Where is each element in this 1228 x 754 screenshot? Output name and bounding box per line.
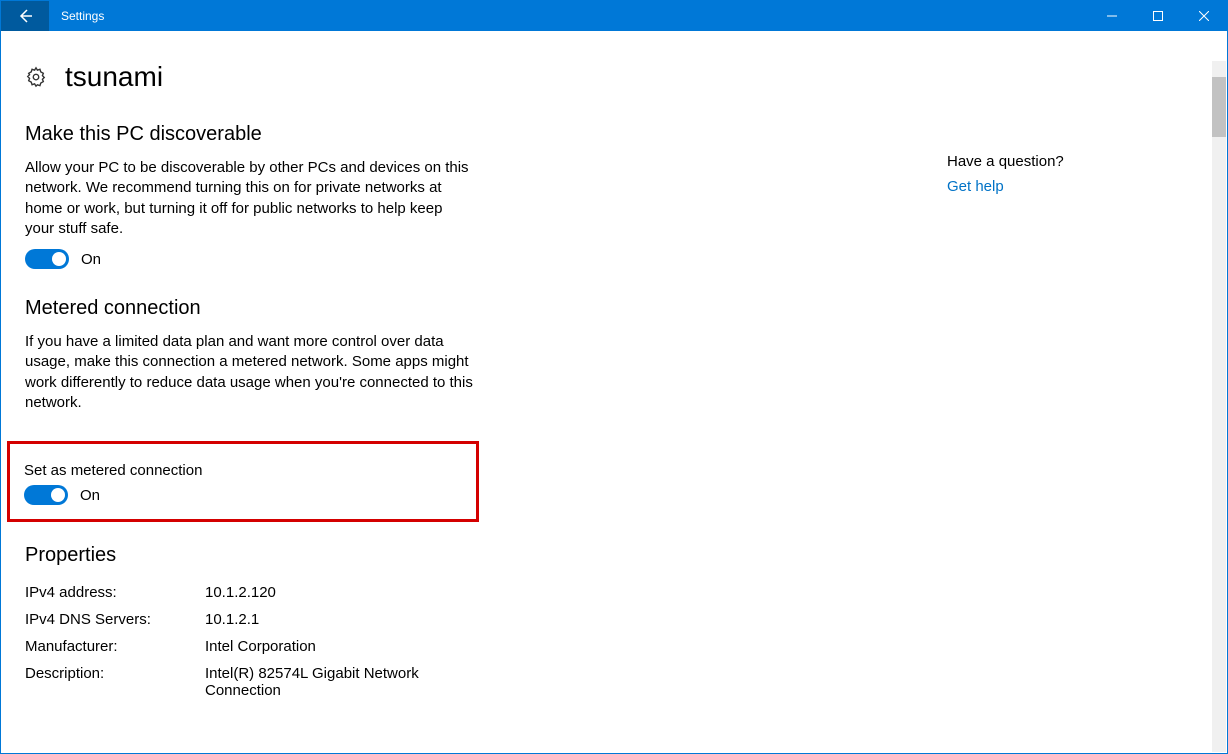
section-discoverable: Make this PC discoverable Allow your PC … [25, 123, 475, 269]
discoverable-toggle-row: On [25, 249, 475, 269]
properties-heading: Properties [25, 544, 545, 567]
minimize-icon [1107, 11, 1117, 21]
metered-sub-label: Set as metered connection [24, 462, 462, 479]
gear-icon [25, 66, 47, 88]
window-title: Settings [49, 1, 116, 31]
properties-table: IPv4 address: 10.1.2.120 IPv4 DNS Server… [25, 579, 545, 704]
prop-label: IPv4 address: [25, 584, 205, 601]
page-header: tsunami [25, 61, 921, 93]
prop-row: IPv4 DNS Servers: 10.1.2.1 [25, 606, 545, 633]
arrow-left-icon [17, 8, 33, 24]
page-title: tsunami [65, 61, 163, 93]
discoverable-heading: Make this PC discoverable [25, 123, 475, 146]
scrollbar[interactable] [1212, 61, 1226, 752]
prop-label: Description: [25, 665, 205, 699]
prop-label: IPv4 DNS Servers: [25, 611, 205, 628]
maximize-button[interactable] [1135, 1, 1181, 31]
prop-row: Manufacturer: Intel Corporation [25, 633, 545, 660]
toggle-knob [52, 252, 66, 266]
titlebar: Settings [1, 1, 1227, 31]
toggle-knob [51, 488, 65, 502]
metered-highlight-box: Set as metered connection On [7, 441, 479, 522]
side-column: Have a question? Get help [947, 123, 1227, 195]
prop-value: 10.1.2.120 [205, 584, 276, 601]
back-button[interactable] [1, 1, 49, 31]
content-area: tsunami Make this PC discoverable Allow … [1, 31, 1227, 753]
titlebar-spacer[interactable] [116, 1, 1089, 31]
close-button[interactable] [1181, 1, 1227, 31]
metered-toggle[interactable] [24, 485, 68, 505]
prop-value: 10.1.2.1 [205, 611, 259, 628]
maximize-icon [1153, 11, 1163, 21]
metered-toggle-row: On [24, 485, 462, 505]
main-column: tsunami Make this PC discoverable Allow … [1, 31, 921, 753]
prop-value: Intel(R) 82574L Gigabit Network Connecti… [205, 665, 465, 699]
prop-value: Intel Corporation [205, 638, 316, 655]
prop-row: Description: Intel(R) 82574L Gigabit Net… [25, 660, 545, 704]
prop-label: Manufacturer: [25, 638, 205, 655]
metered-desc: If you have a limited data plan and want… [25, 332, 475, 413]
discoverable-toggle-state: On [81, 251, 101, 268]
minimize-button[interactable] [1089, 1, 1135, 31]
get-help-link[interactable]: Get help [947, 178, 1203, 195]
section-properties: Properties IPv4 address: 10.1.2.120 IPv4… [25, 544, 545, 704]
discoverable-desc: Allow your PC to be discoverable by othe… [25, 158, 475, 239]
metered-heading: Metered connection [25, 297, 475, 320]
prop-row: IPv4 address: 10.1.2.120 [25, 579, 545, 606]
scrollbar-thumb[interactable] [1212, 77, 1226, 137]
metered-toggle-state: On [80, 487, 100, 504]
close-icon [1199, 11, 1209, 21]
section-metered: Metered connection If you have a limited… [25, 297, 475, 413]
side-question: Have a question? [947, 153, 1203, 170]
discoverable-toggle[interactable] [25, 249, 69, 269]
